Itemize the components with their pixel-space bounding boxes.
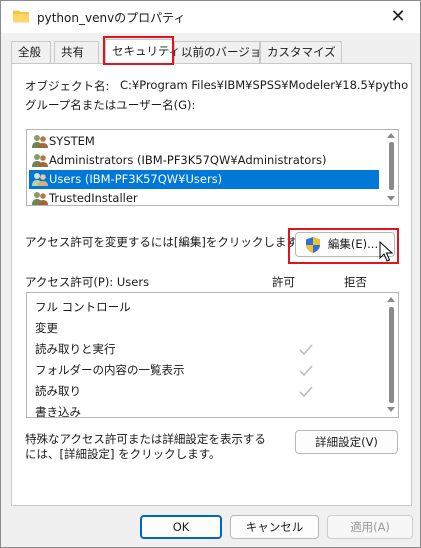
list-item-label: TrustedInstaller [49, 191, 138, 205]
allow-check-icon [299, 365, 313, 377]
list-item-system[interactable]: SYSTEM [29, 132, 379, 151]
permission-name: 変更 [35, 321, 58, 335]
advanced-hint-line1: 特殊なアクセス許可または詳細設定を表示する [25, 432, 266, 446]
list-item-users[interactable]: Users (IBM-PF3K57QW¥Users) [29, 170, 379, 189]
edit-button-label: 編集(E)... [327, 237, 379, 251]
close-button[interactable]: ✕ [378, 1, 418, 31]
permission-row-modify: 変更 [35, 318, 58, 338]
permissions-listbox[interactable]: フル コントロール 変更 読み取りと実行 フォルダーの内容の一覧表示 読み取り … [26, 292, 399, 418]
object-name-label: オブジェクト名: [25, 79, 110, 93]
users-icon [32, 173, 48, 186]
object-name-value: C:¥Program Files¥IBM¥SPSS¥Modeler¥18.5¥p… [120, 78, 409, 92]
scroll-down-icon[interactable] [387, 407, 395, 412]
permission-row-read-execute: 読み取りと実行 [35, 339, 116, 359]
allow-check-icon [299, 386, 313, 398]
users-icon [32, 154, 48, 167]
permission-name: 読み取り [35, 384, 81, 398]
groups-label: グループ名またはユーザー名(G): [25, 98, 196, 112]
close-icon: ✕ [390, 5, 406, 27]
title-bar: python_venvのプロパティ ✕ [1, 1, 420, 33]
folder-icon [13, 10, 29, 23]
list-item-trustedinstaller[interactable]: TrustedInstaller [29, 189, 379, 208]
security-panel: オブジェクト名: C:¥Program Files¥IBM¥SPSS¥Model… [11, 63, 412, 506]
tab-previous-versions[interactable]: 以前のバージョン [174, 41, 273, 63]
list-item-label: SYSTEM [49, 134, 95, 148]
edit-hint: アクセス許可を変更するには[編集]をクリックします。 [25, 235, 309, 249]
permission-row-write: 書き込み [35, 402, 81, 418]
permission-row-list-folder: フォルダーの内容の一覧表示 [35, 360, 185, 380]
allow-check-icon [299, 344, 313, 356]
permission-name: フル コントロール [35, 300, 131, 314]
scroll-down-icon[interactable] [387, 196, 395, 201]
list-item-label: Users (IBM-PF3K57QW¥Users) [49, 172, 223, 186]
tab-general[interactable]: 全般 [11, 41, 51, 63]
tab-security[interactable]: セキュリティ [105, 39, 180, 63]
users-icon [32, 135, 48, 148]
allow-header: 許可 [272, 275, 295, 289]
scroll-up-icon[interactable] [387, 297, 395, 302]
tab-customize[interactable]: カスタマイズ [260, 41, 342, 63]
permission-row-full-control: フル コントロール [35, 297, 131, 317]
mouse-cursor-icon [379, 241, 394, 262]
ok-button[interactable]: OK [140, 515, 222, 539]
properties-window: python_venvのプロパティ ✕ 全般 共有 セキュリティ 以前のバージョ… [0, 0, 421, 548]
permissions-scrollbar[interactable] [389, 307, 394, 403]
window-title: python_venvのプロパティ [37, 11, 186, 25]
list-item-label: Administrators (IBM-PF3K57QW¥Administrat… [49, 153, 327, 167]
permission-name: 読み取りと実行 [35, 342, 116, 356]
apply-button[interactable]: 適用(A) [327, 515, 413, 539]
deny-header: 拒否 [344, 275, 367, 289]
permission-name: フォルダーの内容の一覧表示 [35, 363, 185, 377]
tab-sharing[interactable]: 共有 [54, 41, 99, 63]
users-icon [32, 192, 48, 205]
groups-scrollbar[interactable] [389, 142, 394, 190]
scroll-up-icon[interactable] [387, 133, 395, 138]
advanced-hint-line2: には、[詳細設定] をクリックします。 [25, 447, 221, 461]
cancel-button[interactable]: キャンセル [230, 515, 319, 539]
permissions-label: アクセス許可(P): Users [25, 275, 150, 289]
groups-listbox[interactable]: SYSTEM Administrators (IBM-PF3K57QW¥Admi… [26, 129, 399, 206]
shield-icon [306, 237, 320, 253]
list-item-administrators[interactable]: Administrators (IBM-PF3K57QW¥Administrat… [29, 151, 379, 170]
advanced-button[interactable]: 詳細設定(V) [295, 430, 398, 454]
permission-row-read: 読み取り [35, 381, 81, 401]
permission-name: 書き込み [35, 405, 81, 418]
